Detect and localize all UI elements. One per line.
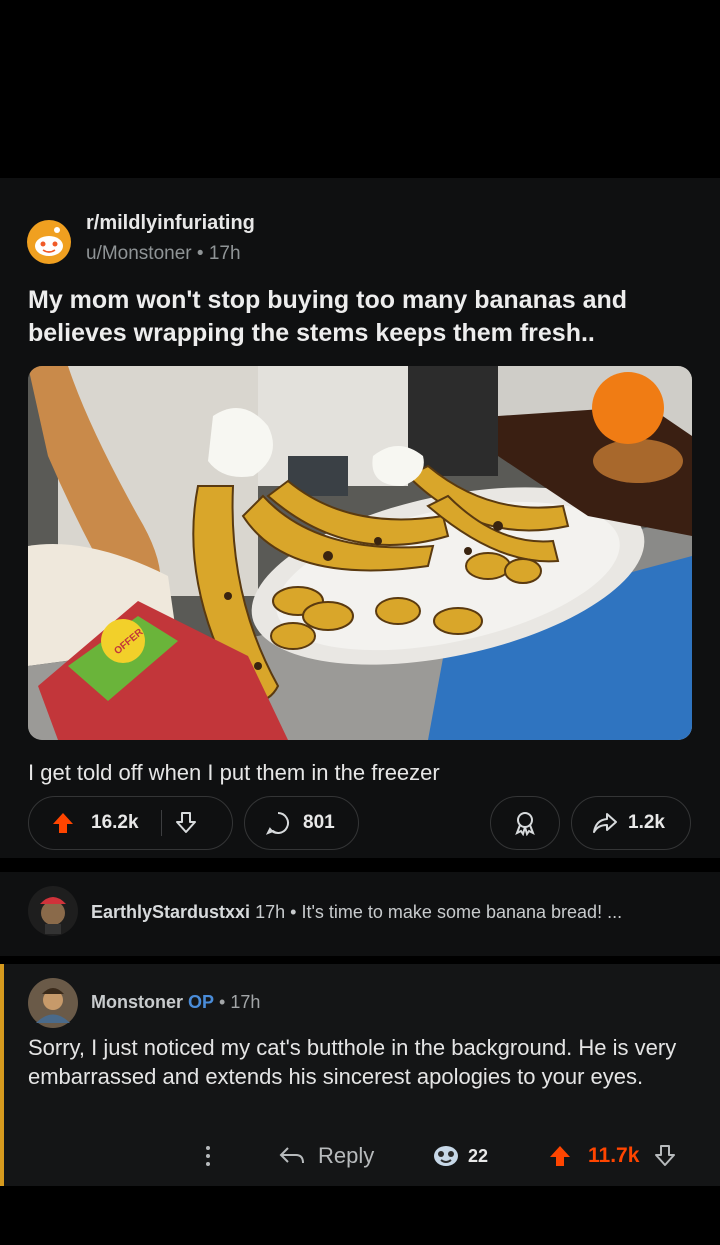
comment-icon xyxy=(265,810,291,836)
post-score: 16.2k xyxy=(91,812,139,833)
comment-author[interactable]: Monstoner xyxy=(91,992,183,1012)
comment-score: 11.7k xyxy=(588,1144,640,1167)
subreddit-name[interactable]: r/mildlyinfuriating xyxy=(86,212,255,235)
reply-label: Reply xyxy=(318,1143,375,1168)
reply-button[interactable]: Reply xyxy=(278,1140,374,1172)
award-emoji-icon xyxy=(432,1144,460,1168)
post-vote-group: 16.2k xyxy=(28,796,233,850)
comment-body: Sorry, I just noticed my cat's butthole … xyxy=(28,1035,677,1089)
comment-line: EarthlyStardustxxi 17h • It's time to ma… xyxy=(91,902,622,923)
avatar[interactable] xyxy=(28,978,78,1028)
share-count: 1.2k xyxy=(628,812,665,833)
comment-vote-group: 11.7k xyxy=(548,1140,677,1172)
downvote-icon[interactable] xyxy=(653,1144,677,1168)
comments-button[interactable]: 801 xyxy=(244,796,359,850)
award-button[interactable] xyxy=(490,796,560,850)
subreddit-avatar[interactable] xyxy=(27,220,71,264)
comment-gap xyxy=(0,956,720,964)
op-badge: OP xyxy=(188,992,215,1012)
meta-separator: • xyxy=(290,902,297,922)
more-options-icon[interactable] xyxy=(200,1140,216,1172)
meta-separator: • xyxy=(219,992,231,1012)
comment-age: 17h xyxy=(230,992,261,1012)
comment-meta: Monstoner OP • 17h xyxy=(91,992,260,1013)
post-meta: u/Monstoner • 17h xyxy=(86,243,241,265)
post-image[interactable]: OFFER xyxy=(28,366,692,740)
comment-awards[interactable]: 22 xyxy=(432,1140,488,1172)
upvote-icon[interactable] xyxy=(51,811,75,835)
section-divider xyxy=(0,858,720,872)
vote-separator xyxy=(160,810,163,836)
downvote-icon[interactable] xyxy=(174,811,198,835)
award-icon xyxy=(512,810,538,836)
post-title[interactable]: My mom won't stop buying too many banana… xyxy=(28,284,688,350)
upvote-icon[interactable] xyxy=(548,1144,572,1168)
reply-icon xyxy=(278,1144,306,1168)
share-button[interactable]: 1.2k xyxy=(571,796,691,850)
avatar[interactable] xyxy=(28,886,78,936)
comment-preview: It's time to make some banana bread! ... xyxy=(301,902,623,922)
award-count: 22 xyxy=(468,1145,489,1166)
share-icon xyxy=(592,810,618,836)
post-author[interactable]: u/Monstoner xyxy=(86,243,192,264)
comment-age: 17h xyxy=(255,902,286,922)
comment-author[interactable]: EarthlyStardustxxi xyxy=(91,902,250,922)
post-body: I get told off when I put them in the fr… xyxy=(28,760,440,785)
post-age: 17h xyxy=(208,243,241,264)
comment-count: 801 xyxy=(303,812,335,833)
meta-separator: • xyxy=(196,243,209,264)
